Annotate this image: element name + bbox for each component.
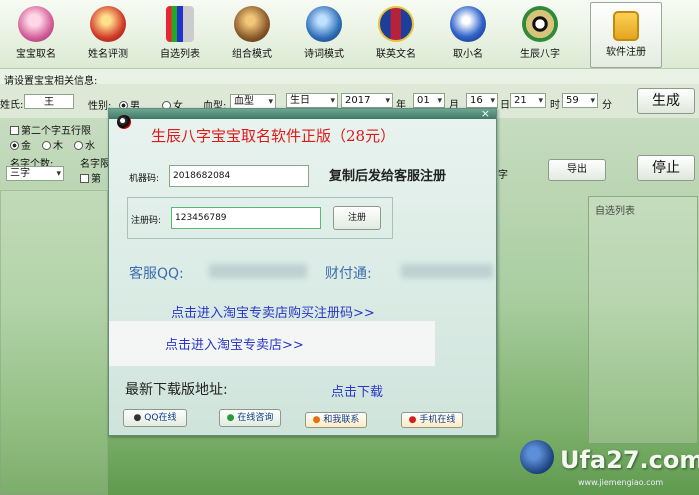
birthday-select[interactable]: 生日 <box>286 93 338 108</box>
form-heading: 请设置宝宝相关信息: <box>4 76 98 87</box>
register-button[interactable]: 注册 <box>333 206 381 230</box>
name-limit-option-label: 第 <box>91 174 101 185</box>
element-water-label: 水 <box>85 141 95 152</box>
minute-unit: 分 <box>602 100 612 111</box>
toolbar-baby-naming[interactable]: 宝宝取名 <box>0 2 72 66</box>
qq-icon: ● <box>133 413 142 423</box>
toolbar-label: 宝宝取名 <box>16 49 56 60</box>
chat-icon: ● <box>226 413 235 423</box>
toolbar-english-name[interactable]: 联英文名 <box>360 2 432 66</box>
qq-online-label: QQ在线 <box>144 413 177 423</box>
day-unit: 日 <box>500 100 510 111</box>
taobao-store-link[interactable]: 点击进入淘宝专卖店>> <box>165 334 304 353</box>
hour-unit: 时 <box>550 100 560 111</box>
watermark-url: www.jiemengiao.com <box>578 478 664 487</box>
contact-me-button[interactable]: ● 和我联系 <box>305 412 367 428</box>
day-select[interactable]: 16 <box>466 93 498 108</box>
book-icon <box>306 6 342 42</box>
second-char-limit-label: 第二个字五行限 <box>21 126 91 137</box>
surname-input[interactable]: 王 <box>24 94 74 109</box>
machine-code-input[interactable]: 2018682084 <box>169 165 309 187</box>
download-label: 最新下载版地址: <box>125 382 228 398</box>
taobao-buy-link[interactable]: 点击进入淘宝专卖店购买注册码>> <box>171 302 375 321</box>
mobile-online-label: 手机在线 <box>419 415 456 425</box>
toolbar-label: 软件注册 <box>606 47 646 58</box>
year-select[interactable]: 2017 <box>341 93 393 108</box>
toolbar-label: 自选列表 <box>160 49 200 60</box>
mobile-online-button[interactable]: ● 手机在线 <box>401 412 463 428</box>
toolbar-label: 生辰八字 <box>520 49 560 60</box>
toolbar-label: 联英文名 <box>376 49 416 60</box>
phone-icon: ● <box>408 415 417 425</box>
watermark-brand: Ufa27.com <box>560 446 699 474</box>
machine-code-label: 机器码: <box>129 174 160 184</box>
qq-online-button[interactable]: ● QQ在线 <box>123 409 187 427</box>
hour-select[interactable]: 21 <box>510 93 546 108</box>
dialog-titlebar <box>109 109 496 119</box>
element-gold-radio[interactable]: 金 <box>10 137 31 152</box>
baby-icon <box>18 6 54 42</box>
qq-number-blurred <box>209 264 307 278</box>
gift-icon <box>90 6 126 42</box>
registration-dialog: × 生辰八字宝宝取名软件正版（28元） 机器码: 2018682084 复制后发… <box>108 108 497 436</box>
toolbar-register[interactable]: 软件注册 <box>590 2 662 68</box>
name-limit-option[interactable]: 第 <box>80 170 101 185</box>
element-wood-radio[interactable]: 木 <box>42 137 63 152</box>
online-consult-label: 在线咨询 <box>237 413 274 423</box>
tenpay-number-blurred <box>401 264 493 278</box>
owl-icon <box>450 6 486 42</box>
blood-type-select[interactable]: 血型 <box>230 94 276 109</box>
copy-hint: 复制后发给客服注册 <box>329 169 447 184</box>
barcelona-badge-icon <box>378 6 414 42</box>
element-water-radio[interactable]: 水 <box>74 137 95 152</box>
toolbar-bazi[interactable]: 生辰八字 <box>504 2 576 66</box>
main-toolbar: 宝宝取名 姓名评测 自选列表 组合模式 诗词模式 联英文名 取小名 生辰八字 软… <box>0 0 699 69</box>
left-results-panel[interactable] <box>0 190 108 495</box>
generate-button[interactable]: 生成 <box>637 88 695 114</box>
online-consult-button[interactable]: ● 在线咨询 <box>219 409 281 427</box>
custom-list-panel[interactable] <box>588 196 698 444</box>
stop-button[interactable]: 停止 <box>637 155 695 181</box>
contact-me-label: 和我联系 <box>323 415 360 425</box>
name-count-select[interactable]: 三字 <box>6 166 64 181</box>
app-logo-icon <box>117 115 131 129</box>
contact-icon: ● <box>312 415 321 425</box>
partial-hidden-text: 字 <box>498 170 508 181</box>
toolbar-combo-mode[interactable]: 组合模式 <box>216 2 288 66</box>
toolbar-custom-list[interactable]: 自选列表 <box>144 2 216 66</box>
dragon-icon <box>234 6 270 42</box>
minute-select[interactable]: 59 <box>562 93 598 108</box>
surname-label: 姓氏: <box>0 100 24 111</box>
pencil-cup-icon <box>166 6 194 42</box>
toolbar-nickname[interactable]: 取小名 <box>432 2 504 66</box>
support-qq-label: 客服QQ: <box>129 266 184 282</box>
reg-code-input[interactable]: 123456789 <box>171 207 321 229</box>
export-button[interactable]: 导出 <box>548 159 606 181</box>
download-link[interactable]: 点击下载 <box>331 381 383 400</box>
toolbar-label: 诗词模式 <box>304 49 344 60</box>
element-wood-label: 木 <box>53 141 63 152</box>
element-gold-label: 金 <box>21 141 31 152</box>
bagua-icon <box>522 6 558 42</box>
reg-code-label: 注册码: <box>131 216 162 226</box>
toolbar-poetry-mode[interactable]: 诗词模式 <box>288 2 360 66</box>
lock-icon <box>613 11 639 41</box>
toolbar-name-test[interactable]: 姓名评测 <box>72 2 144 66</box>
close-icon[interactable]: × <box>481 108 490 119</box>
toolbar-label: 姓名评测 <box>88 49 128 60</box>
tenpay-label: 财付通: <box>325 266 372 282</box>
toolbar-label: 取小名 <box>453 49 483 60</box>
second-char-limit-checkbox[interactable]: 第二个字五行限 <box>10 122 91 137</box>
dialog-title: 生辰八字宝宝取名软件正版（28元） <box>151 127 396 145</box>
month-select[interactable]: 01 <box>413 93 445 108</box>
name-limit-label: 名字限 <box>80 159 110 170</box>
toolbar-label: 组合模式 <box>232 49 272 60</box>
wizard-mascot-icon <box>520 440 554 474</box>
